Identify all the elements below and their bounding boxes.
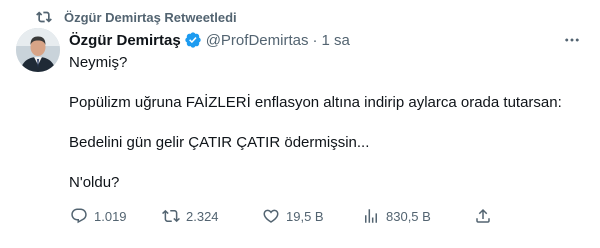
more-options-button[interactable] bbox=[560, 28, 584, 52]
tweet-text: Neymiş? Popülizm uğruna FAİZLERİ enflasy… bbox=[69, 53, 584, 193]
author-display-name[interactable]: Özgür Demirtaş bbox=[69, 32, 181, 49]
separator-dot: · bbox=[312, 31, 318, 49]
retweet-context: Özgür Demirtaş Retweetledi bbox=[36, 8, 237, 26]
reply-button[interactable]: 1.019 bbox=[70, 204, 127, 228]
tweet-paragraph: Bedelini gün gelir ÇATIR ÇATIR ödermişsi… bbox=[69, 134, 370, 151]
tweet-paragraph: N'oldu? bbox=[69, 174, 120, 191]
views-icon bbox=[362, 207, 380, 225]
retweet-icon bbox=[36, 9, 52, 25]
views-button[interactable]: 830,5 B bbox=[362, 204, 431, 228]
action-bar: 1.019 2.324 19,5 B 830,5 B bbox=[64, 204, 584, 228]
like-button[interactable]: 19,5 B bbox=[262, 204, 324, 228]
heart-icon bbox=[262, 207, 280, 225]
like-count: 19,5 B bbox=[286, 208, 324, 224]
author-handle[interactable]: @ProfDemirtas bbox=[206, 32, 309, 49]
more-dots-icon bbox=[565, 38, 579, 42]
retweet-button[interactable]: 2.324 bbox=[162, 204, 219, 228]
tweet-paragraph: Popülizm uğruna FAİZLERİ enflasyon altın… bbox=[69, 94, 562, 111]
tweet-card[interactable]: Özgür Demirtaş Retweetledi Özgür Demirta… bbox=[0, 0, 600, 248]
tweet-header: Özgür Demirtaş @ProfDemirtas · 1 sa bbox=[69, 30, 584, 50]
avatar[interactable] bbox=[16, 28, 60, 72]
reply-count: 1.019 bbox=[94, 208, 127, 224]
share-icon bbox=[474, 207, 492, 225]
tweet-paragraph: Neymiş? bbox=[69, 54, 128, 71]
timestamp[interactable]: 1 sa bbox=[321, 32, 349, 49]
verified-badge-icon bbox=[184, 31, 202, 49]
views-count: 830,5 B bbox=[386, 208, 431, 224]
retweet-count: 2.324 bbox=[186, 208, 219, 224]
reply-icon bbox=[70, 207, 88, 225]
share-button[interactable] bbox=[474, 204, 492, 228]
retweet-icon bbox=[162, 207, 180, 225]
retweet-label[interactable]: Özgür Demirtaş Retweetledi bbox=[64, 10, 237, 25]
